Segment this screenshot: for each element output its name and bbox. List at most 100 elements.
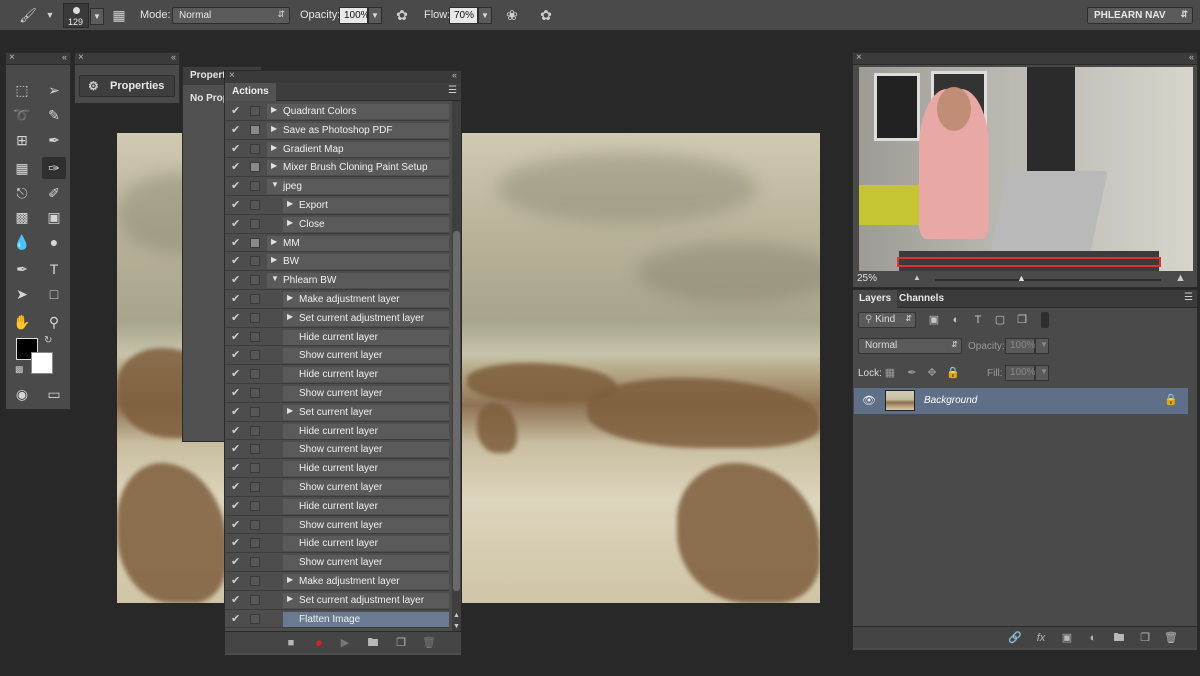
dock-header[interactable]: × « <box>75 52 179 65</box>
clone-stamp-tool-icon[interactable]: ⎋ <box>10 182 34 204</box>
delete-layer-trash-icon[interactable]: 🗑 <box>1163 631 1179 645</box>
action-row[interactable]: ✔ Hide current layer <box>225 534 449 554</box>
flow-dropdown[interactable]: ▼ <box>478 7 492 24</box>
action-row[interactable]: ✔ Mixer Brush Cloning Paint Setup ▶ <box>225 158 449 178</box>
scroll-thumb[interactable] <box>453 231 460 591</box>
dialog-toggle[interactable] <box>250 162 260 173</box>
zoom-tool-icon[interactable]: ⚲ <box>42 311 66 333</box>
filter-smart-object-icon[interactable]: ❐ <box>1015 313 1029 327</box>
expand-arrow-right-icon[interactable]: ▶ <box>287 218 293 227</box>
expand-arrow-right-icon[interactable]: ▶ <box>271 105 277 114</box>
tab-layers[interactable]: Layers <box>853 290 898 308</box>
dodge-tool-icon[interactable]: ● <box>42 231 66 253</box>
delete-trash-icon[interactable]: 🗑 <box>421 636 437 650</box>
expand-arrow-right-icon[interactable]: ▶ <box>271 124 277 133</box>
lock-all-icon[interactable]: 🔒 <box>946 366 960 380</box>
dialog-toggle[interactable] <box>250 237 260 248</box>
action-row[interactable]: ✔ Export ▶ <box>225 196 449 215</box>
history-brush-tool-icon[interactable]: ✐ <box>42 182 66 204</box>
eye-visibility-icon[interactable]: 👁 <box>862 394 876 407</box>
actions-panel-header[interactable]: × « <box>225 70 461 83</box>
dialog-toggle[interactable] <box>250 519 260 530</box>
action-row[interactable]: ✔ Show current layer <box>225 440 449 460</box>
close-icon[interactable]: × <box>229 70 235 81</box>
properties-dock-button[interactable]: ⚙ Properties <box>79 75 175 97</box>
filter-type-icon[interactable]: T <box>971 313 985 327</box>
blend-mode-select[interactable]: Normal ⇵ <box>858 338 962 354</box>
dialog-toggle[interactable] <box>250 181 260 192</box>
link-layers-icon[interactable]: 🔗 <box>1007 631 1023 645</box>
checkmark-icon[interactable]: ✔ <box>231 575 243 587</box>
quick-selection-tool-icon[interactable]: ✎ <box>42 104 66 126</box>
action-row[interactable]: ✔ Hide current layer <box>225 422 449 441</box>
tab-actions[interactable]: Actions <box>225 83 276 101</box>
expand-arrow-right-icon[interactable]: ▶ <box>287 575 293 584</box>
action-row[interactable]: ✔ Show current layer <box>225 516 449 535</box>
toolbox-header[interactable]: × « <box>6 52 70 65</box>
layer-row-background[interactable]: 👁 Background 🔒 <box>854 388 1188 414</box>
brush-tool-icon[interactable]: 🖌 <box>18 5 38 25</box>
dialog-toggle[interactable] <box>250 594 260 605</box>
checkmark-icon[interactable]: ✔ <box>231 255 243 267</box>
new-set-folder-icon[interactable]: 🖿 <box>365 636 381 650</box>
checkmark-icon[interactable]: ✔ <box>231 462 243 474</box>
action-row[interactable]: ✔ Set current adjustment layer ▶ <box>225 591 449 610</box>
navigator-zoom-value[interactable]: 25% <box>857 273 877 284</box>
opacity-dropdown[interactable]: ▼ <box>368 7 382 24</box>
dialog-toggle[interactable] <box>250 312 260 323</box>
dialog-toggle[interactable] <box>250 256 260 267</box>
checkmark-icon[interactable]: ✔ <box>231 387 243 399</box>
layer-opacity-input[interactable]: 100% <box>1005 338 1036 354</box>
layer-opacity-dropdown[interactable]: ▼ <box>1035 338 1049 354</box>
expand-arrow-down-icon[interactable]: ▼ <box>271 274 279 283</box>
action-row[interactable]: ✔ Make adjustment layer ▶ <box>225 572 449 591</box>
close-icon[interactable]: × <box>78 52 84 63</box>
dialog-toggle[interactable] <box>250 200 260 210</box>
close-icon[interactable]: × <box>856 52 862 63</box>
checkmark-icon[interactable]: ✔ <box>231 556 243 568</box>
brush-panel-toggle-icon[interactable]: ▦ <box>109 5 129 25</box>
checkmark-icon[interactable]: ✔ <box>231 199 243 211</box>
pressure-opacity-icon[interactable]: ✿ <box>392 5 412 25</box>
checkmark-icon[interactable]: ✔ <box>231 519 243 531</box>
checkmark-icon[interactable]: ✔ <box>231 143 243 155</box>
checkmark-icon[interactable]: ✔ <box>231 537 243 549</box>
scroll-up-icon[interactable]: ▲ <box>453 612 460 619</box>
filter-toggle[interactable] <box>1041 312 1049 328</box>
dialog-toggle[interactable] <box>250 463 260 474</box>
add-mask-icon[interactable]: ▣ <box>1059 631 1075 645</box>
expand-arrow-right-icon[interactable]: ▶ <box>271 255 277 264</box>
dialog-toggle[interactable] <box>250 613 260 624</box>
action-row[interactable]: ✔ Set current adjustment layer ▶ <box>225 309 449 328</box>
panel-menu-icon[interactable]: ☰ <box>1184 292 1193 303</box>
swap-colors-icon[interactable]: ↻ <box>44 335 52 346</box>
screen-mode-icon[interactable]: ▭ <box>42 383 66 405</box>
expand-arrow-right-icon[interactable]: ▶ <box>287 406 293 415</box>
expand-arrow-right-icon[interactable]: ▶ <box>271 161 277 170</box>
dialog-toggle[interactable] <box>250 576 260 586</box>
checkmark-icon[interactable]: ✔ <box>231 500 243 512</box>
gradient-tool-icon[interactable]: ▣ <box>42 206 66 228</box>
checkmark-icon[interactable]: ✔ <box>231 425 243 437</box>
dialog-toggle[interactable] <box>250 350 260 361</box>
checkmark-icon[interactable]: ✔ <box>231 237 243 249</box>
lock-transparent-icon[interactable]: ▦ <box>883 366 897 380</box>
filter-shape-icon[interactable]: ▢ <box>993 313 1007 327</box>
view-box[interactable] <box>897 257 1161 267</box>
action-row[interactable]: ✔ Quadrant Colors ▶ <box>225 102 449 121</box>
new-group-folder-icon[interactable]: 🖿 <box>1111 631 1127 645</box>
checkmark-icon[interactable]: ✔ <box>231 180 243 192</box>
dialog-toggle[interactable] <box>250 538 260 549</box>
collapse-icon[interactable]: « <box>1189 52 1194 62</box>
dialog-toggle[interactable] <box>250 143 260 154</box>
brush-preset-picker[interactable]: 129 <box>63 3 89 28</box>
action-row[interactable]: ✔ Hide current layer <box>225 365 449 384</box>
action-row[interactable]: ✔ Save as Photoshop PDF ▶ <box>225 121 449 140</box>
dialog-toggle[interactable] <box>250 275 260 286</box>
checkmark-icon[interactable]: ✔ <box>231 274 243 286</box>
path-selection-tool-icon[interactable]: ➤ <box>10 283 34 305</box>
dialog-toggle[interactable] <box>250 406 260 417</box>
collapse-icon[interactable]: « <box>452 70 457 80</box>
checkmark-icon[interactable]: ✔ <box>231 481 243 493</box>
checkmark-icon[interactable]: ✔ <box>231 331 243 343</box>
